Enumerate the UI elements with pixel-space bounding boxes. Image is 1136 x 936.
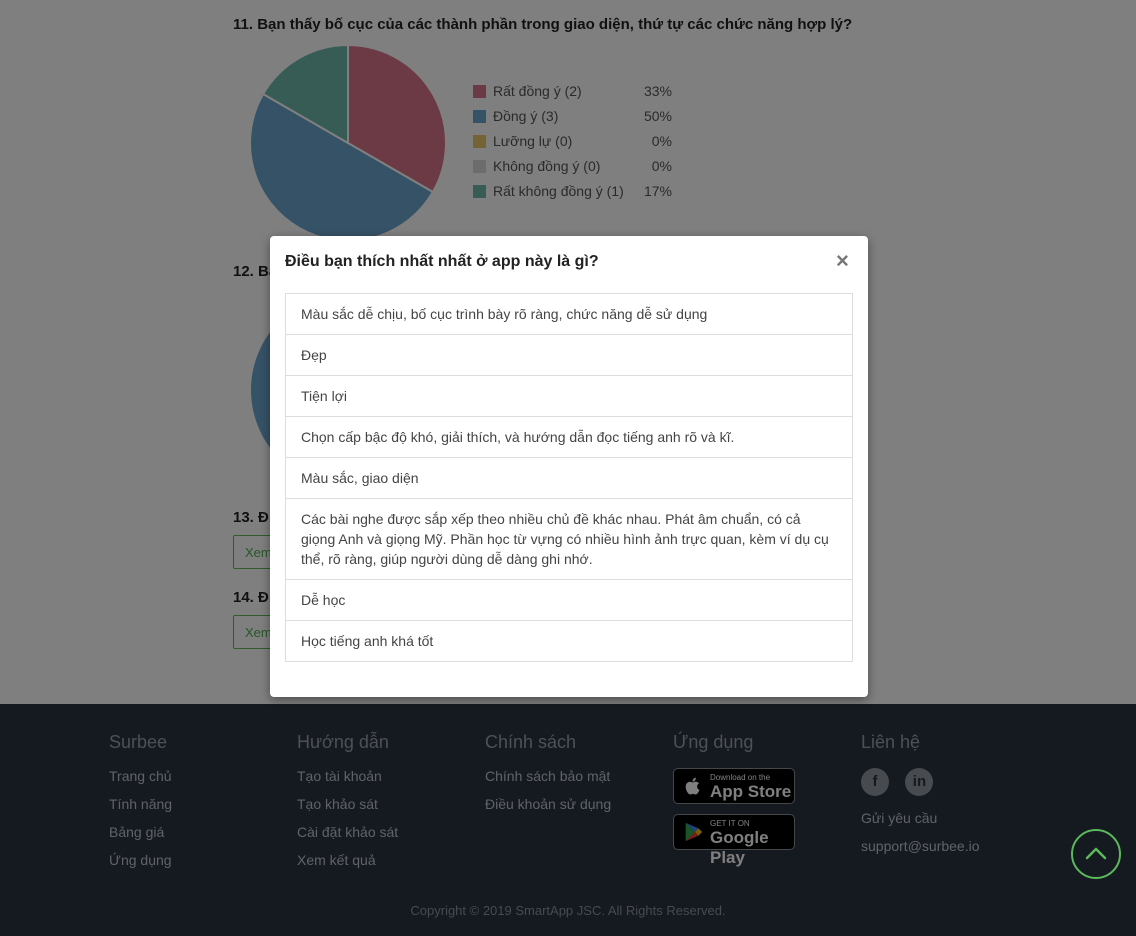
answer-list: Màu sắc dễ chịu, bố cục trình bày rõ ràn… [285,293,853,662]
close-icon[interactable]: × [836,250,849,272]
back-to-top-button[interactable] [1071,829,1121,879]
answer-item: Màu sắc dễ chịu, bố cục trình bày rõ ràn… [286,294,852,335]
modal-title: Điều bạn thích nhất nhất ở app này là gì… [285,253,599,270]
answer-item: Dễ học [286,580,852,621]
answer-item: Học tiếng anh khá tốt [301,633,434,649]
answer-item: Các bài nghe được sắp xếp theo nhiều chủ… [286,499,852,580]
answer-item: Màu sắc, giao diện [286,458,852,499]
chevron-up-icon [1085,847,1107,860]
answer-item: Đẹp [286,335,852,376]
answer-item: Tiện lợi [286,376,852,417]
answers-modal: Điều bạn thích nhất nhất ở app này là gì… [270,236,868,697]
answer-item: Chọn cấp bậc độ khó, giải thích, và hướn… [286,417,852,458]
